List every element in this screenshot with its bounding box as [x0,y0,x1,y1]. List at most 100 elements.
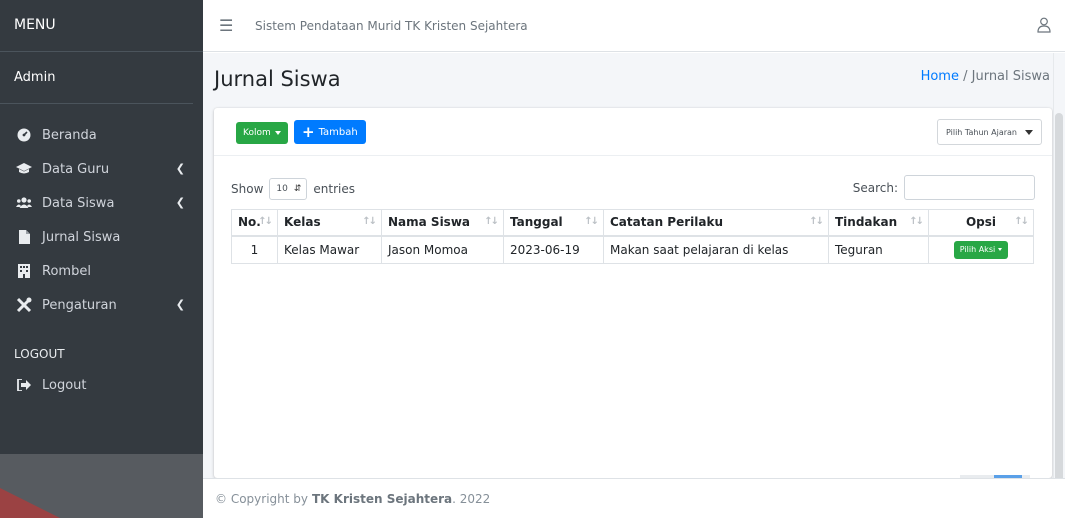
sort-icon: ↑↓ [584,216,599,227]
sidebar-item-data-siswa[interactable]: Data Siswa ❮ [0,186,203,220]
breadcrumb-separator: / [958,69,972,84]
column-header-kelas[interactable]: Kelas ↑↓ [277,209,382,237]
cell-tanggal: 2023-06-19 [503,235,604,264]
cell-tindakan: Teguran [828,235,929,264]
entries-length-select[interactable]: 10 ⇵ [269,178,308,200]
sidebar-item-label: Logout [42,377,87,393]
table-row: 1 Kelas Mawar Jason Momoa 2023-06-19 Mak… [231,235,1034,264]
column-header-opsi[interactable]: Opsi ↑↓ [928,209,1034,237]
cell-nama-siswa: Jason Momoa [381,235,504,264]
building-icon [14,264,34,278]
sidebar: MENU Admin Beranda Data Guru ❮ Data Sisw… [0,0,203,518]
updown-icon: ⇵ [293,184,302,194]
breadcrumb-current: Jurnal Siswa [971,69,1050,84]
tambah-button[interactable]: + Tambah [294,120,366,144]
graduation-cap-icon [14,163,34,175]
caret-down-icon [998,248,1003,252]
column-header-tanggal[interactable]: Tanggal ↑↓ [503,209,604,237]
datatable-controls: Show 10 ⇵ entries Search: [231,175,1035,201]
sidebar-item-label: Beranda [42,127,97,143]
breadcrumb: Home / Jurnal Siswa [921,69,1050,84]
column-header-label: Tanggal [510,215,563,230]
chevron-left-icon: ❮ [175,298,185,311]
sidebar-item-data-guru[interactable]: Data Guru ❮ [0,152,203,186]
pilih-aksi-button[interactable]: Pilih Aksi [953,240,1009,259]
sidebar-corner-decoration [0,488,60,518]
table-header-row: No. ↑↓ Kelas ↑↓ Nama Siswa ↑↓ Tanggal ↑↓ Cat… [231,209,1034,237]
sidebar-item-pengaturan[interactable]: Pengaturan ❮ [0,288,203,322]
footer-year: . 2022 [452,491,491,506]
cell-opsi: Pilih Aksi [928,235,1034,264]
footer-copyright-prefix: © Copyright by [215,491,308,506]
column-header-label: Catatan Perilaku [610,215,723,230]
sort-icon: ↑↓ [1014,216,1029,227]
sidebar-item-jurnal-siswa[interactable]: Jurnal Siswa [0,220,203,254]
search-input[interactable] [904,175,1035,200]
column-header-tindakan[interactable]: Tindakan ↑↓ [828,209,929,237]
column-header-no[interactable]: No. ↑↓ [231,209,278,237]
column-header-nama-siswa[interactable]: Nama Siswa ↑↓ [381,209,504,237]
sort-icon: ↑↓ [809,216,824,227]
sidebar-item-beranda[interactable]: Beranda [0,118,203,152]
search-control: Search: [853,175,1035,200]
sidebar-section-logout: LOGOUT [14,347,65,361]
sidebar-item-label: Data Siswa [42,195,115,211]
sort-icon: ↑↓ [484,216,499,227]
users-icon [14,197,34,209]
sidebar-item-rombel[interactable]: Rombel [0,254,203,288]
column-header-label: Nama Siswa [388,215,471,230]
sidebar-menu-heading: MENU [0,0,203,52]
sidebar-user-name: Admin [0,52,193,104]
jurnal-table: No. ↑↓ Kelas ↑↓ Nama Siswa ↑↓ Tanggal ↑↓ Cat… [231,209,1034,264]
scrollbar-thumb[interactable] [1055,113,1063,513]
user-icon[interactable] [1037,17,1051,33]
plus-icon: + [302,122,315,141]
kolom-dropdown-button[interactable]: Kolom [236,122,288,144]
tahun-ajaran-select[interactable]: Pilih Tahun Ajaran [936,119,1042,145]
tambah-button-label: Tambah [318,126,358,138]
sort-icon: ↑↓ [362,216,377,227]
hamburger-menu-icon[interactable]: ☰ [219,16,237,35]
tahun-ajaran-select-label: Pilih Tahun Ajaran [945,127,1017,137]
kolom-button-label: Kolom [243,128,271,138]
sidebar-item-label: Rombel [42,263,91,279]
footer-brand: TK Kristen Sejahtera [311,491,453,506]
entries-length-control: Show 10 ⇵ entries [231,178,355,200]
chevron-left-icon: ❮ [175,196,185,209]
sidebar-nav: Beranda Data Guru ❮ Data Siswa ❮ Jurnal … [0,104,203,402]
sidebar-item-label: Data Guru [42,161,110,177]
sidebar-item-label: Jurnal Siswa [42,229,121,245]
entries-label: entries [313,182,355,196]
column-header-catatan-perilaku[interactable]: Catatan Perilaku ↑↓ [603,209,829,237]
cell-catatan-perilaku: Makan saat pelajaran di kelas [603,235,829,264]
app-title: Sistem Pendataan Murid TK Kristen Sejaht… [255,18,528,33]
vertical-scrollbar[interactable] [1053,53,1065,513]
cell-no: 1 [231,235,278,264]
content-wrapper: Jurnal Siswa Home / Jurnal Siswa Kolom +… [203,53,1065,478]
caret-down-icon [274,131,281,135]
sidebar-item-label: Pengaturan [42,297,117,313]
chevron-left-icon: ❮ [175,162,185,175]
entries-length-value: 10 [276,184,288,194]
tools-icon [14,297,34,313]
page-title: Jurnal Siswa [214,67,341,91]
card-header: Kolom + Tambah Pilih Tahun Ajaran [214,108,1052,156]
column-header-label: Opsi [965,215,997,230]
pilih-aksi-label: Pilih Aksi [959,245,996,255]
breadcrumb-home-link[interactable]: Home [921,69,959,84]
cell-kelas: Kelas Mawar [277,235,382,264]
sort-icon: ↑↓ [909,216,924,227]
sign-out-icon [14,379,34,391]
show-label: Show [231,182,264,196]
column-header-label: Kelas [284,215,321,230]
caret-down-icon [1025,129,1033,135]
tachometer-icon [14,128,34,142]
sort-icon: ↑↓ [258,216,273,227]
column-header-label: Tindakan [835,215,898,230]
footer: © Copyright by TK Kristen Sejahtera. 2022 [203,478,1065,518]
top-navbar: ☰ Sistem Pendataan Murid TK Kristen Seja… [203,0,1065,52]
search-label: Search: [852,180,898,195]
sidebar-item-logout[interactable]: Logout [0,368,203,402]
jurnal-card: Kolom + Tambah Pilih Tahun Ajaran Show 1… [214,108,1052,478]
file-icon [14,230,34,244]
